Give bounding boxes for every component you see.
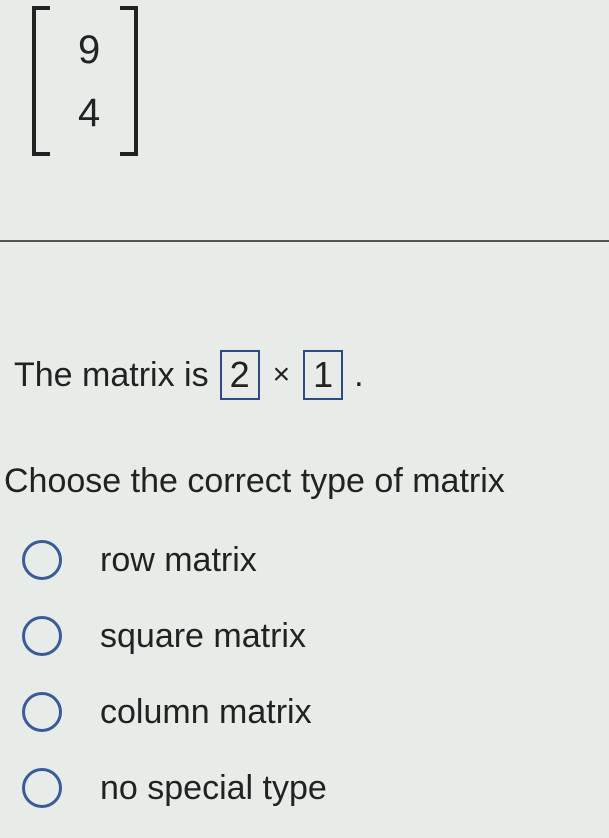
dimension-prefix: The matrix is: [14, 356, 209, 395]
matrix-values: 9 4: [50, 6, 120, 156]
option-label: row matrix: [100, 541, 257, 580]
option-no-special-type[interactable]: no special type: [22, 768, 327, 808]
radio-icon[interactable]: [22, 692, 62, 732]
radio-icon[interactable]: [22, 616, 62, 656]
matrix-entry-0: 9: [78, 24, 100, 76]
matrix-entry-1: 4: [78, 87, 100, 139]
option-row-matrix[interactable]: row matrix: [22, 540, 327, 580]
bracket-left: [32, 6, 50, 156]
section-divider: [0, 240, 609, 242]
option-label: no special type: [100, 769, 327, 808]
dimension-suffix: .: [354, 356, 363, 395]
dimension-rows-box[interactable]: 2: [220, 350, 260, 400]
option-label: column matrix: [100, 693, 312, 732]
dimension-statement: The matrix is 2 × 1 .: [14, 350, 364, 400]
options-group: row matrix square matrix column matrix n…: [22, 540, 327, 808]
question-prompt: Choose the correct type of matrix: [4, 462, 505, 501]
option-column-matrix[interactable]: column matrix: [22, 692, 327, 732]
radio-icon[interactable]: [22, 768, 62, 808]
option-label: square matrix: [100, 617, 306, 656]
option-square-matrix[interactable]: square matrix: [22, 616, 327, 656]
bracket-right: [120, 6, 138, 156]
dimension-cols-box[interactable]: 1: [303, 350, 343, 400]
matrix-display: 9 4: [32, 6, 138, 156]
radio-icon[interactable]: [22, 540, 62, 580]
times-symbol: ×: [273, 358, 291, 392]
